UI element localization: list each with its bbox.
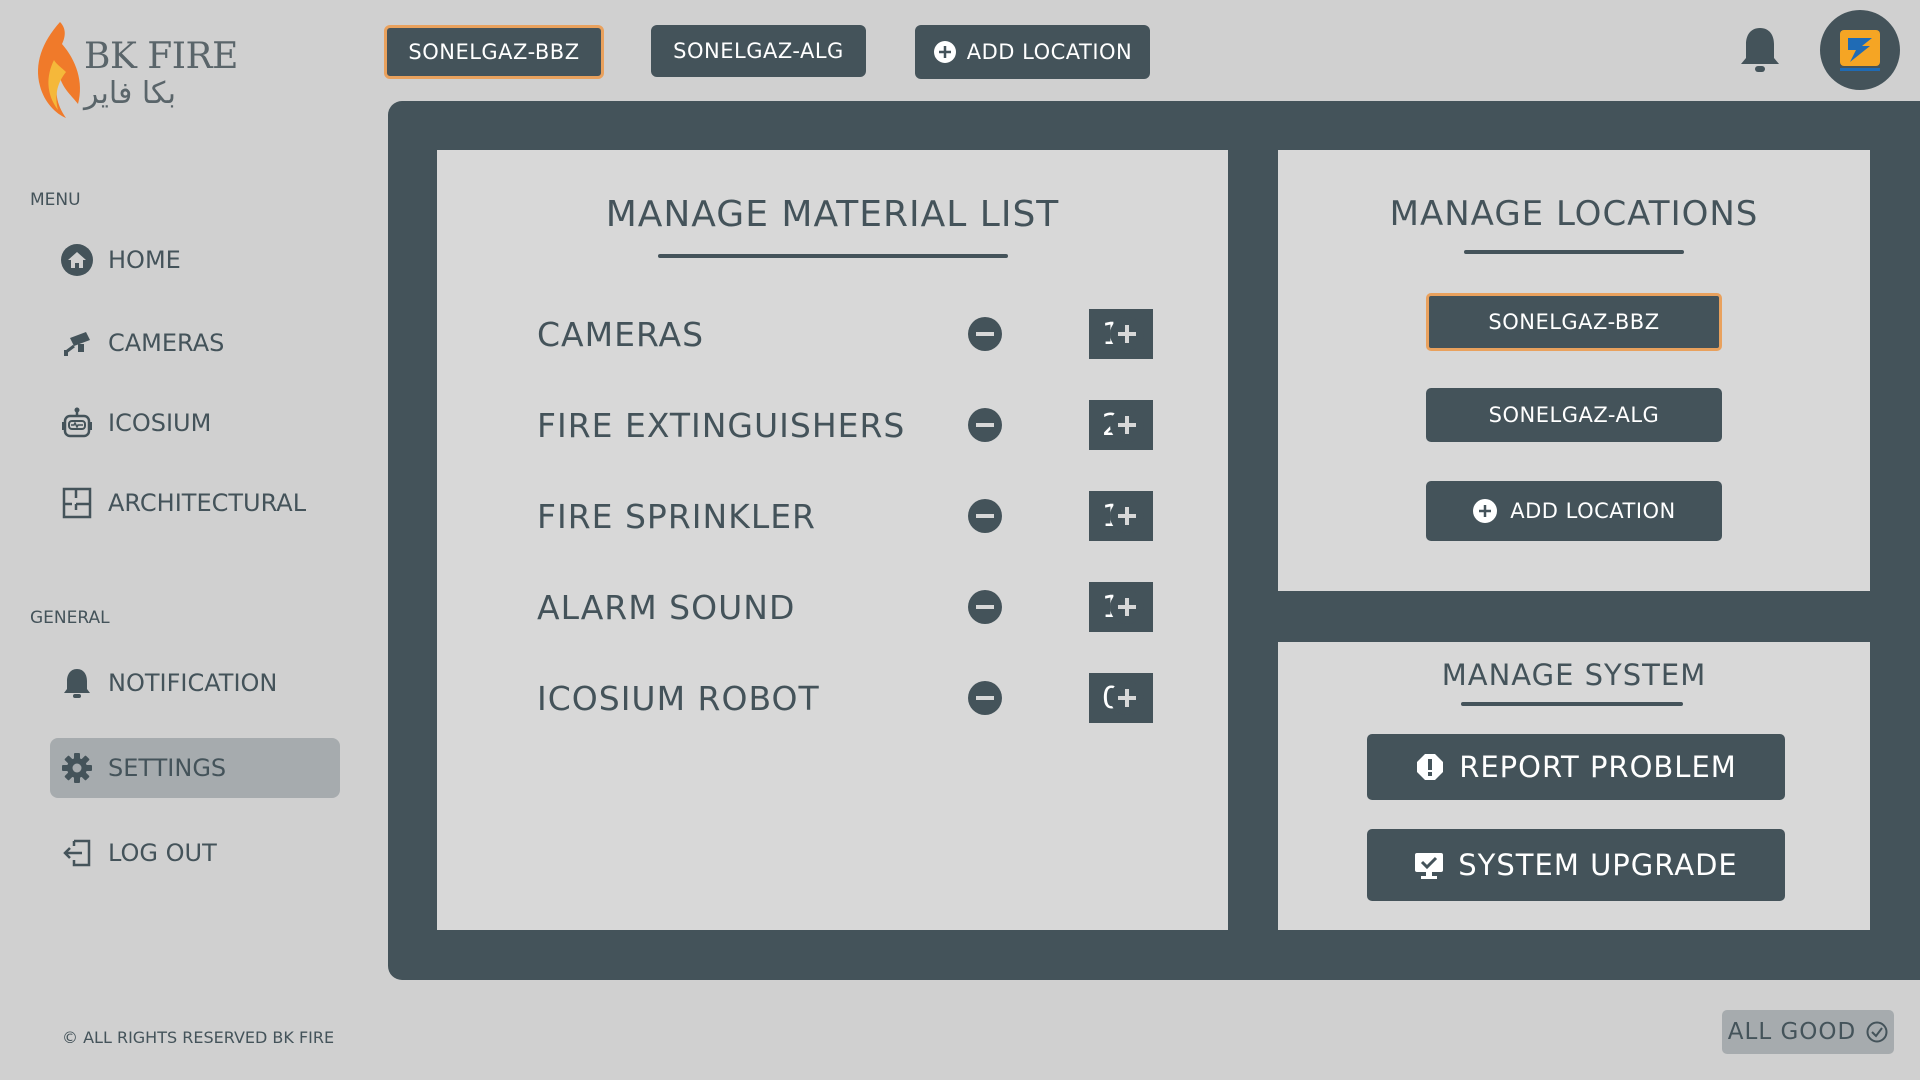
plus-circle-icon [1473, 499, 1498, 523]
brand-logo: BK FIRE بكا فاير [32, 20, 238, 120]
decrement-button[interactable] [968, 590, 1002, 624]
monitor-check-icon [1415, 853, 1444, 879]
system-upgrade-button[interactable]: SYSTEM UPGRADE [1367, 829, 1785, 901]
system-upgrade-label: SYSTEM UPGRADE [1458, 848, 1738, 882]
brand-name: BK FIRE [84, 36, 238, 77]
increment-button[interactable] [1110, 590, 1144, 624]
robot-icon [62, 407, 92, 438]
gear-icon [62, 753, 92, 783]
nav-logout-label: LOG OUT [108, 839, 217, 867]
topbar-location-sonelgaz-bbz[interactable]: SONELGAZ-BBZ [384, 25, 604, 79]
decrement-button[interactable] [968, 499, 1002, 533]
camera-icon [64, 332, 90, 356]
nav-cameras[interactable]: CAMERAS [50, 313, 340, 373]
nav-cameras-label: CAMERAS [108, 329, 225, 357]
nav-home-label: HOME [108, 246, 181, 274]
material-label: ALARM SOUND [537, 587, 796, 627]
location-sonelgaz-alg-button[interactable]: SONELGAZ-ALG [1426, 388, 1722, 442]
material-row-alarm-sound: ALARM SOUND 14 [537, 580, 1153, 634]
material-card: MANAGE MATERIAL LIST CAMERAS 14 FIRE EXT… [437, 150, 1228, 930]
system-title-underline [1461, 702, 1683, 706]
decrement-button[interactable] [968, 408, 1002, 442]
check-circle-icon [1866, 1021, 1888, 1043]
nav-icosium-label: ICOSIUM [108, 409, 212, 437]
copyright-text: © ALL RIGHTS RESERVED BK FIRE [62, 1028, 335, 1047]
nav-settings-label: SETTINGS [108, 754, 227, 782]
locations-card: MANAGE LOCATIONS SONELGAZ-BBZ SONELGAZ-A… [1278, 150, 1870, 591]
increment-button[interactable] [1110, 408, 1144, 442]
nav-logout[interactable]: LOG OUT [50, 823, 340, 883]
status-badge: ALL GOOD [1722, 1010, 1894, 1054]
material-label: FIRE SPRINKLER [537, 496, 816, 536]
add-location-label: ADD LOCATION [1510, 499, 1676, 523]
system-title: MANAGE SYSTEM [1441, 658, 1707, 692]
floorplan-icon [62, 487, 92, 519]
flame-icon [38, 22, 81, 118]
increment-button[interactable] [1110, 499, 1144, 533]
nav-architectural-label: ARCHITECTURAL [108, 489, 307, 517]
decrement-button[interactable] [968, 681, 1002, 715]
material-row-fire-extinguishers: FIRE EXTINGUISHERS 23 [537, 398, 1153, 452]
menu-section-label: MENU [30, 190, 81, 210]
topbar-location-label: SONELGAZ-ALG [673, 39, 844, 63]
nav-notification-label: NOTIFICATION [108, 669, 278, 697]
location-label: SONELGAZ-ALG [1488, 403, 1660, 427]
topbar-location-sonelgaz-alg[interactable]: SONELGAZ-ALG [651, 25, 866, 77]
logout-icon [63, 839, 91, 867]
alert-octagon-icon [1417, 754, 1444, 780]
home-icon [61, 244, 93, 276]
notification-bell-icon[interactable] [1738, 26, 1782, 76]
location-sonelgaz-bbz-button[interactable]: SONELGAZ-BBZ [1426, 293, 1722, 351]
nav-architectural[interactable]: ARCHITECTURAL [50, 473, 340, 533]
nav-icosium[interactable]: ICOSIUM [50, 393, 340, 453]
material-row-icosium-robot: ICOSIUM ROBOT 01 [537, 671, 1153, 725]
topbar-add-location-label: ADD LOCATION [966, 40, 1133, 64]
plus-circle-icon [933, 41, 956, 63]
nav-home[interactable]: HOME [50, 230, 340, 290]
material-title: MANAGE MATERIAL LIST [605, 194, 1060, 235]
add-location-button[interactable]: ADD LOCATION [1426, 481, 1722, 541]
bell-icon [64, 669, 90, 698]
system-card: MANAGE SYSTEM REPORT PROBLEM SYSTEM UPGR… [1278, 642, 1870, 930]
material-label: FIRE EXTINGUISHERS [537, 405, 906, 445]
nav-notification[interactable]: NOTIFICATION [50, 653, 340, 713]
nav-settings[interactable]: SETTINGS [50, 738, 340, 798]
topbar-add-location-button[interactable]: ADD LOCATION [915, 25, 1150, 79]
location-label: SONELGAZ-BBZ [1488, 310, 1660, 334]
decrement-button[interactable] [968, 317, 1002, 351]
increment-button[interactable] [1110, 317, 1144, 351]
material-row-cameras: CAMERAS 14 [537, 307, 1153, 361]
locations-title-underline [1464, 250, 1684, 254]
topbar-location-label: SONELGAZ-BBZ [408, 40, 580, 64]
material-label: CAMERAS [537, 314, 705, 354]
material-label: ICOSIUM ROBOT [537, 678, 820, 718]
increment-button[interactable] [1110, 681, 1144, 715]
material-title-underline [658, 254, 1008, 258]
material-row-fire-sprinkler: FIRE SPRINKLER 10 [537, 489, 1153, 543]
status-label: ALL GOOD [1727, 1019, 1857, 1045]
report-problem-button[interactable]: REPORT PROBLEM [1367, 734, 1785, 800]
sonelgaz-logo-icon [1840, 30, 1880, 71]
report-problem-label: REPORT PROBLEM [1459, 750, 1737, 784]
locations-title: MANAGE LOCATIONS [1389, 194, 1759, 234]
user-avatar[interactable] [1820, 10, 1900, 90]
brand-name-arabic: بكا فاير [84, 76, 176, 111]
general-section-label: GENERAL [30, 608, 110, 628]
